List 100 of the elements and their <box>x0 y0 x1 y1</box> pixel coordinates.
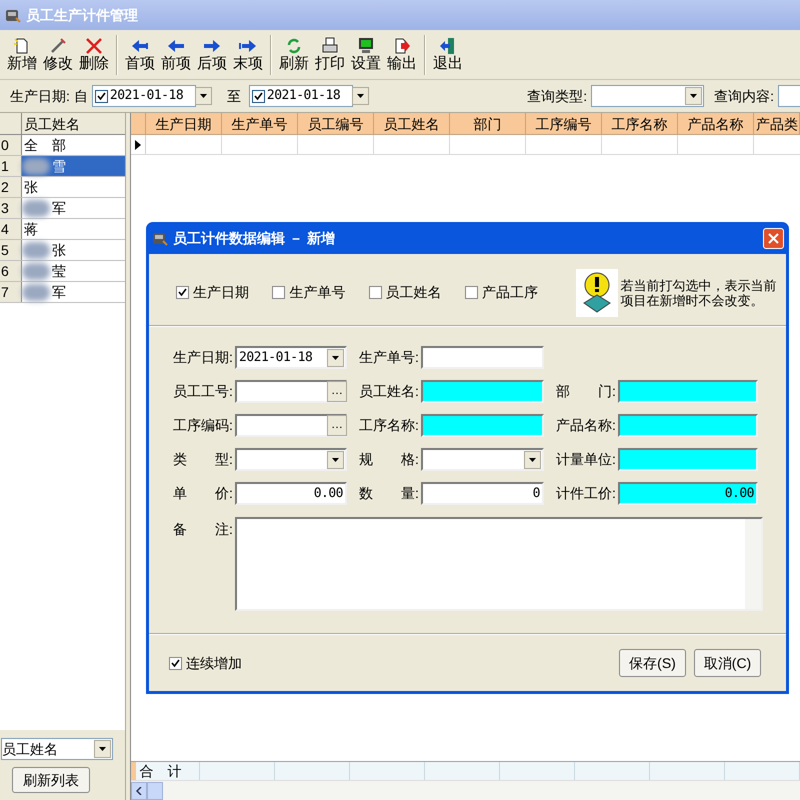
column-header: 员工姓名 <box>374 113 450 134</box>
employee-name: 莹 <box>52 262 66 280</box>
caret-icon <box>529 458 536 462</box>
combo-value: 员工姓名 <box>2 740 59 758</box>
chevron-left-icon <box>136 786 142 794</box>
field-label: 工序编码: <box>173 416 234 435</box>
lightbulb-icon <box>576 268 618 316</box>
list-item[interactable]: 全 部 <box>22 135 125 155</box>
browse-button[interactable]: … <box>327 381 347 402</box>
dropdown-button[interactable] <box>327 450 344 468</box>
checkbox[interactable] <box>94 90 108 102</box>
blurred-text <box>22 158 50 174</box>
toolbar-button[interactable]: 设置 <box>348 32 384 78</box>
list-item[interactable]: 张 <box>22 177 125 197</box>
list-item[interactable]: 军 <box>22 198 125 218</box>
field-label: 数 量: <box>359 484 420 503</box>
toolbar-button[interactable]: 输出 <box>384 32 420 78</box>
field-label: 计件工价: <box>556 484 617 503</box>
input-field[interactable]: 0.00 <box>235 482 347 505</box>
list-item[interactable]: 雪 <box>22 156 125 176</box>
caret-icon <box>356 94 364 98</box>
dropdown-button[interactable] <box>94 740 111 758</box>
field-label: 规 格: <box>359 450 420 469</box>
toolbar-button[interactable]: 新增 <box>4 32 40 78</box>
list-item[interactable]: 蒋 <box>22 219 125 239</box>
toolbar-button[interactable]: 刷新 <box>276 32 312 78</box>
door-icon <box>439 36 457 54</box>
toolbar-button[interactable]: 后项 <box>194 32 230 78</box>
field-label: 部 门: <box>556 382 617 401</box>
field-label: 工序名称: <box>359 416 420 435</box>
input-field[interactable] <box>421 380 544 403</box>
employee-name: 军 <box>52 198 66 218</box>
input-field[interactable] <box>421 346 544 369</box>
toolbar-button[interactable]: 首项 <box>122 32 158 78</box>
field-value: 2021-01-18 <box>238 348 314 367</box>
cancel-button[interactable]: 取消(C) <box>694 649 761 677</box>
browse-button[interactable]: … <box>327 415 347 436</box>
window-title: 员工生产计件管理 <box>26 6 138 24</box>
toolbar-button[interactable]: 末项 <box>230 32 266 78</box>
list-item[interactable]: 莹 <box>22 261 125 281</box>
save-button[interactable]: 保存(S) <box>619 649 686 677</box>
filter-label: 自 <box>74 86 88 106</box>
input-field[interactable]: 0.00 <box>618 482 758 505</box>
row-number: 1 <box>0 156 22 176</box>
dropdown-field[interactable]: 2021-01-18 <box>235 346 347 369</box>
column-header: 工序编号 <box>526 113 602 134</box>
row-indicator-icon <box>135 140 141 150</box>
row-number: 3 <box>0 198 22 218</box>
field-label: 计量单位: <box>556 450 617 469</box>
scroll-left-button[interactable] <box>131 782 147 800</box>
column-header: 生产单号 <box>222 113 298 134</box>
refresh-list-button[interactable]: 刷新列表 <box>12 767 90 793</box>
toolbar-button[interactable]: 退出 <box>430 32 466 78</box>
toolbar-button[interactable]: 打印 <box>312 32 348 78</box>
scroll-thumb[interactable] <box>147 782 163 800</box>
dropdown-field[interactable] <box>235 448 347 471</box>
checkbox[interactable] <box>272 286 286 299</box>
checkbox[interactable] <box>176 286 189 299</box>
employee-name: 张 <box>24 178 38 196</box>
input-field[interactable]: … <box>235 380 347 403</box>
query-content-field[interactable] <box>778 85 800 107</box>
input-field[interactable] <box>618 448 758 471</box>
checkbox[interactable] <box>368 286 382 299</box>
toolbar-button[interactable]: 删除 <box>76 32 112 78</box>
dropdown-button[interactable] <box>685 87 702 105</box>
field-combo[interactable]: 员工姓名 <box>1 738 113 760</box>
input-field[interactable] <box>421 414 544 437</box>
dropdown-button[interactable] <box>327 348 344 366</box>
blurred-text <box>22 200 50 216</box>
dropdown-button[interactable] <box>524 450 541 468</box>
employee-name: 雪 <box>52 156 66 176</box>
list-item[interactable]: 军 <box>22 282 125 302</box>
checkbox[interactable] <box>169 656 182 670</box>
caret-icon <box>99 747 106 751</box>
input-field[interactable]: 0 <box>421 482 544 505</box>
monitor-icon <box>357 36 375 54</box>
caret-icon <box>690 94 698 98</box>
toolbar-button[interactable]: 修改 <box>40 32 76 78</box>
date-value: 2021-01-18 <box>266 87 342 106</box>
date-picker[interactable]: 2021-01-18 <box>248 85 353 107</box>
input-field[interactable] <box>618 380 758 403</box>
row-number: 0 <box>0 135 22 155</box>
column-header: 生产日期 <box>146 113 222 134</box>
row-number: 4 <box>0 219 22 239</box>
toolbar-button[interactable]: 前项 <box>158 32 194 78</box>
dropdown-button[interactable] <box>194 87 212 105</box>
checkbox[interactable] <box>252 90 265 102</box>
field-value: 0.00 <box>312 484 344 503</box>
checkbox[interactable] <box>464 286 478 299</box>
list-item[interactable]: 张 <box>22 240 125 260</box>
checkbox-label: 生产日期 <box>193 283 249 302</box>
checkbox-label: 连续增加 <box>186 654 242 672</box>
close-button[interactable] <box>763 228 784 248</box>
filter-label: 查询内容: <box>714 86 774 106</box>
dropdown-button[interactable] <box>352 87 369 105</box>
memo-field[interactable] <box>235 517 763 611</box>
dropdown-field[interactable] <box>421 448 544 471</box>
input-field[interactable] <box>618 414 758 437</box>
input-field[interactable]: … <box>235 414 347 437</box>
date-picker[interactable]: 2021-01-18 <box>92 85 196 107</box>
